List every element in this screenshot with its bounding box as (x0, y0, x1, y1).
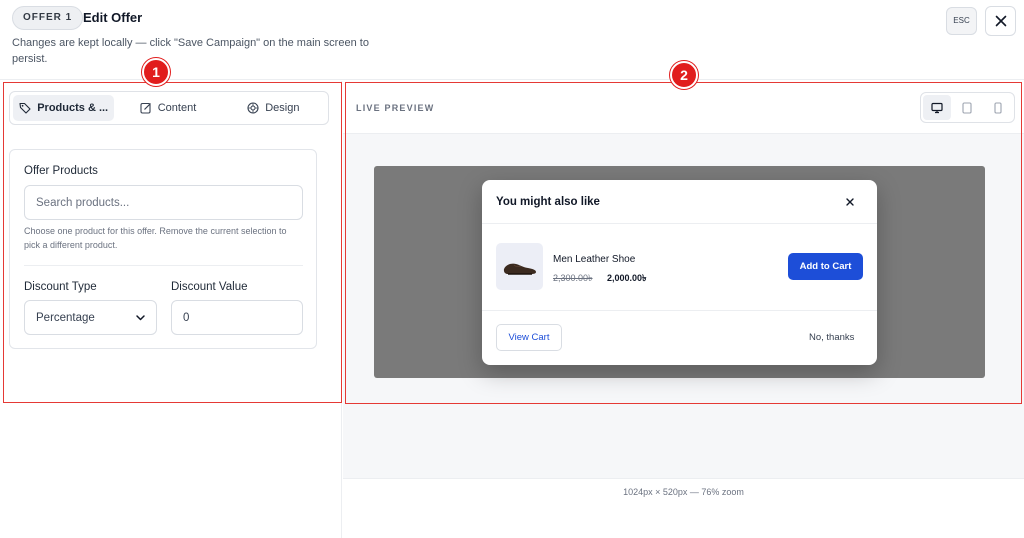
search-products-input[interactable] (24, 185, 303, 220)
settings-panel: Products & ... Content Design Offer Prod… (0, 81, 342, 538)
divider (482, 223, 877, 224)
offer-products-card: Offer Products Choose one product for th… (9, 149, 317, 349)
subtitle-note: Changes are kept locally — click "Save C… (12, 37, 369, 65)
discount-value-input[interactable] (171, 300, 303, 335)
tab-products-label: Products & ... (37, 102, 109, 114)
discount-type-select[interactable]: Percentage (24, 300, 157, 335)
offer-products-label: Offer Products (24, 165, 98, 177)
discount-type-value: Percentage (36, 311, 95, 324)
shoe-icon (503, 263, 536, 275)
live-preview-label: LIVE PREVIEW (356, 103, 435, 113)
popup-title: You might also like (496, 196, 600, 208)
product-image (496, 243, 543, 290)
tag-icon (19, 102, 31, 114)
close-button[interactable] (985, 6, 1016, 36)
old-price: 2,300.00৳ (553, 273, 593, 283)
annotation-badge-2: 2 (670, 61, 698, 89)
esc-button[interactable]: ESC (946, 7, 977, 35)
popup-close-button[interactable] (843, 195, 857, 209)
chevron-down-icon (136, 315, 145, 321)
device-toggle (920, 92, 1015, 123)
page-title: Edit Offer (83, 10, 143, 25)
mobile-icon (994, 101, 1002, 114)
tab-products[interactable]: Products & ... (13, 95, 115, 121)
divider (24, 265, 303, 266)
tab-bar: Products & ... Content Design (9, 91, 329, 125)
device-mobile-button[interactable] (984, 95, 1012, 120)
upsell-popup: You might also like Men Leather Shoe 2,3… (482, 180, 877, 365)
view-cart-button[interactable]: View Cart (496, 324, 562, 351)
preview-panel: LIVE PREVIEW You might also like Men Lea… (343, 81, 1024, 538)
palette-icon (247, 102, 259, 114)
device-desktop-button[interactable] (923, 95, 952, 120)
edit-icon (140, 102, 151, 114)
discount-value-label: Discount Value (171, 281, 248, 293)
helper-text: Choose one product for this offer. Remov… (24, 226, 287, 250)
close-icon (846, 198, 854, 206)
add-to-cart-button[interactable]: Add to Cart (788, 253, 863, 280)
tab-design[interactable]: Design (222, 95, 325, 121)
discount-type-label: Discount Type (24, 281, 97, 293)
device-tablet-button[interactable] (953, 95, 981, 120)
tablet-icon (962, 101, 973, 114)
zoom-note: 1024px × 520px — 76% zoom (623, 487, 744, 497)
tab-design-label: Design (265, 102, 300, 114)
annotation-badge-1: 1 (142, 58, 170, 86)
divider (482, 310, 877, 311)
tab-content[interactable]: Content (114, 95, 221, 121)
offer-badge: OFFER 1 (12, 6, 84, 30)
tab-content-label: Content (157, 102, 197, 114)
new-price: 2,000.00৳ (607, 273, 647, 283)
close-icon (995, 15, 1006, 27)
product-name: Men Leather Shoe (553, 254, 636, 265)
desktop-icon (931, 102, 943, 113)
no-thanks-link[interactable]: No, thanks (809, 332, 854, 343)
